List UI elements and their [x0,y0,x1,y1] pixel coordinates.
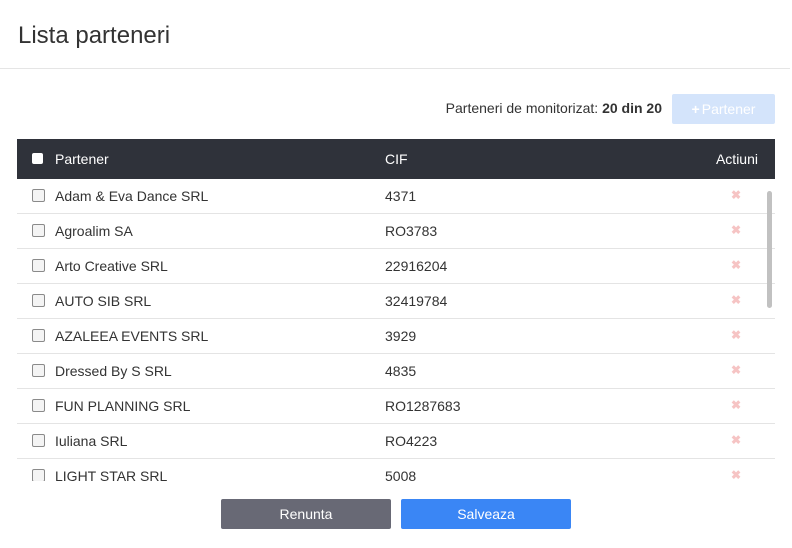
column-header-partner: Partener [55,151,109,167]
delete-icon[interactable]: ✖ [731,293,741,307]
delete-icon[interactable]: ✖ [731,188,741,202]
delete-icon[interactable]: ✖ [731,258,741,272]
add-partner-label: Partener [701,101,756,117]
delete-icon[interactable]: ✖ [731,363,741,377]
row-checkbox[interactable] [32,294,45,307]
table-row[interactable]: Iuliana SRL RO4223 ✖ [17,424,775,459]
row-checkbox[interactable] [32,469,45,481]
partner-cif: 22916204 [385,258,448,274]
table-row[interactable]: Agroalim SA RO3783 ✖ [17,214,775,249]
table-row[interactable]: Dressed By S SRL 4835 ✖ [17,354,775,389]
partner-cif: RO3783 [385,223,438,239]
row-checkbox[interactable] [32,224,45,237]
partner-name: Iuliana SRL [55,433,128,449]
delete-icon[interactable]: ✖ [731,328,741,342]
column-header-cif: CIF [385,151,408,167]
table-row[interactable]: LIGHT STAR SRL 5008 ✖ [17,459,775,481]
partner-name: AZALEEA EVENTS SRL [55,328,209,344]
delete-icon[interactable]: ✖ [731,398,741,412]
row-checkbox[interactable] [32,259,45,272]
row-checkbox[interactable] [32,189,45,202]
row-checkbox[interactable] [32,329,45,342]
save-button[interactable]: Salveaza [401,499,571,529]
page-title: Lista parteneri [18,22,171,49]
partner-cif: 4371 [385,188,417,204]
delete-icon[interactable]: ✖ [731,468,741,481]
partner-cif: RO1287683 [385,398,461,414]
partner-name: Adam & Eva Dance SRL [55,188,209,204]
partner-name: LIGHT STAR SRL [55,468,168,481]
scrollbar[interactable] [767,191,772,308]
counter-label: Parteneri de monitorizat: [445,100,599,116]
row-checkbox[interactable] [32,364,45,377]
partner-list[interactable]: Adam & Eva Dance SRL 4371 ✖ Agroalim SA RO37… [17,179,775,481]
partner-cif: 4835 [385,363,417,379]
partner-cif: 32419784 [385,293,448,309]
partner-counter: Parteneri de monitorizat: 20 din 20 [446,100,662,116]
add-partner-button[interactable]: + Partener [672,94,775,124]
partner-name: Dressed By S SRL [55,363,172,379]
table-row[interactable]: FUN PLANNING SRL RO1287683 ✖ [17,389,775,424]
table-header: Partener CIF Actiuni [17,139,775,179]
partner-cif: 5008 [385,468,417,481]
table-row[interactable]: AUTO SIB SRL 32419784 ✖ [17,284,775,319]
delete-icon[interactable]: ✖ [731,223,741,237]
modal-header: Lista parteneri [0,0,790,69]
table-row[interactable]: Adam & Eva Dance SRL 4371 ✖ [17,179,775,214]
partner-name: FUN PLANNING SRL [55,398,191,414]
partner-name: Agroalim SA [55,223,133,239]
plus-icon: + [691,101,700,117]
row-checkbox[interactable] [32,399,45,412]
partner-name: AUTO SIB SRL [55,293,152,309]
row-checkbox[interactable] [32,434,45,447]
counter-value: 20 din 20 [602,100,662,116]
table-row[interactable]: AZALEEA EVENTS SRL 3929 ✖ [17,319,775,354]
partner-name: Arto Creative SRL [55,258,168,274]
partner-cif: 3929 [385,328,417,344]
column-header-actions: Actiuni [715,151,758,167]
cancel-button[interactable]: Renunta [221,499,391,529]
delete-icon[interactable]: ✖ [731,433,741,447]
table-row[interactable]: Arto Creative SRL 22916204 ✖ [17,249,775,284]
partner-cif: RO4223 [385,433,438,449]
select-all-checkbox[interactable] [32,153,43,164]
